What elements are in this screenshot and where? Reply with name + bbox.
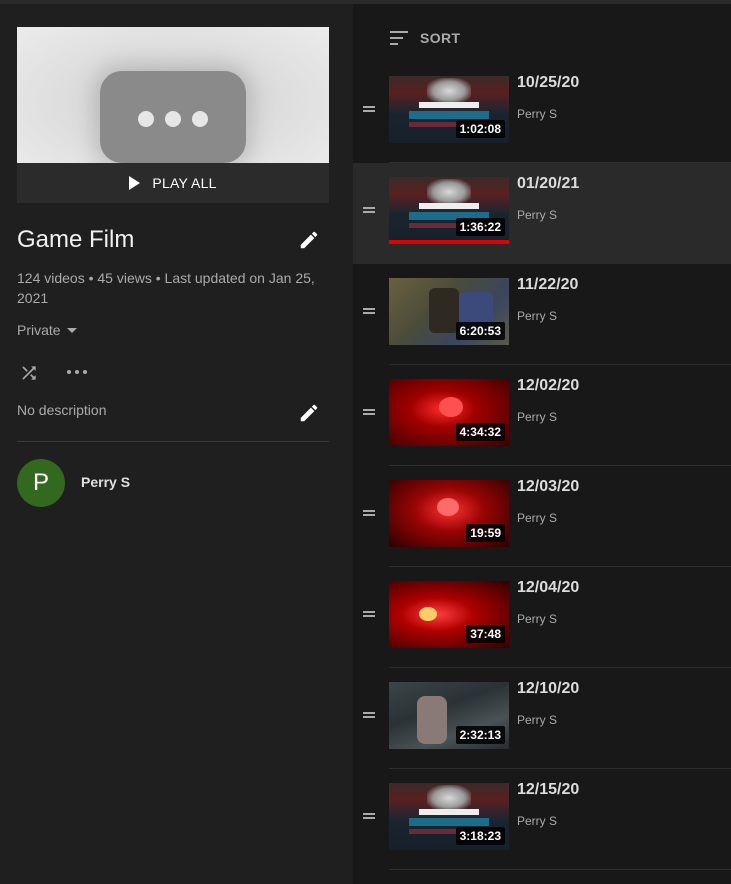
video-duration: 37:48 (466, 625, 505, 643)
play-icon (129, 176, 141, 190)
video-channel[interactable]: Perry S (517, 511, 557, 525)
owner-avatar[interactable]: P (17, 459, 65, 507)
video-thumbnail[interactable]: 3:18:23 (389, 783, 509, 850)
playlist-thumbnail[interactable]: PLAY ALL (17, 27, 329, 203)
video-channel[interactable]: Perry S (517, 713, 557, 727)
divider (17, 441, 329, 442)
drag-handle-icon[interactable] (363, 409, 375, 415)
placeholder-dot (165, 111, 181, 127)
playlist-video-item[interactable]: 1:02:08 10/25/20 Perry S (353, 62, 731, 163)
drag-handle-icon[interactable] (363, 611, 375, 617)
video-thumbnail[interactable]: 4:34:32 (389, 379, 509, 446)
more-options-icon[interactable] (67, 370, 87, 374)
item-divider (389, 869, 731, 870)
privacy-label: Private (17, 322, 61, 338)
playlist-video-item[interactable]: 6:20:53 11/22/20 Perry S (353, 264, 731, 365)
video-duration: 1:36:22 (455, 218, 505, 236)
drag-handle-icon[interactable] (363, 813, 375, 819)
video-title[interactable]: 01/20/21 (517, 175, 579, 193)
caret-down-icon (66, 327, 77, 333)
avatar-initial: P (32, 469, 49, 496)
drag-handle-icon[interactable] (363, 712, 375, 718)
video-title[interactable]: 12/04/20 (517, 579, 579, 597)
video-channel[interactable]: Perry S (517, 410, 557, 424)
drag-handle-icon[interactable] (363, 308, 375, 314)
video-title[interactable]: 12/10/20 (517, 680, 579, 698)
playlist-video-item[interactable]: 19:59 12/03/20 Perry S (353, 466, 731, 567)
placeholder-dot (138, 111, 154, 127)
video-channel[interactable]: Perry S (517, 208, 557, 222)
video-thumbnail[interactable]: 19:59 (389, 480, 509, 547)
drag-handle-icon[interactable] (363, 207, 375, 213)
playlist-title: Game Film (17, 226, 135, 253)
video-duration: 6:20:53 (455, 322, 505, 340)
edit-title-pencil-icon[interactable] (298, 229, 320, 251)
video-thumbnail[interactable]: 2:32:13 (389, 682, 509, 749)
video-duration: 19:59 (466, 524, 505, 542)
playlist-video-list: SORT 1:02:08 10/25/20 Perry S 1:36:22 01… (353, 4, 731, 884)
edit-description-pencil-icon[interactable] (298, 402, 320, 424)
playlist-description: No description (17, 402, 107, 418)
playlist-video-item[interactable]: 2:32:13 12/10/20 Perry S (353, 668, 731, 769)
video-duration: 1:02:08 (455, 120, 505, 138)
video-thumbnail[interactable]: 6:20:53 (389, 278, 509, 345)
drag-handle-icon[interactable] (363, 106, 375, 112)
video-title[interactable]: 12/03/20 (517, 478, 579, 496)
video-channel[interactable]: Perry S (517, 309, 557, 323)
video-thumbnail[interactable]: 1:36:22 (389, 177, 509, 244)
video-title[interactable]: 12/15/20 (517, 781, 579, 799)
video-thumbnail[interactable]: 1:02:08 (389, 76, 509, 143)
playlist-video-item[interactable]: 1:36:22 01/20/21 Perry S (353, 163, 731, 264)
video-duration: 3:18:23 (455, 827, 505, 845)
sort-label: SORT (420, 30, 461, 46)
video-title[interactable]: 11/22/20 (517, 276, 578, 294)
privacy-dropdown[interactable]: Private (17, 322, 77, 338)
playlist-stats: 124 videos • 45 views • Last updated on … (17, 270, 315, 306)
sort-icon (390, 31, 408, 45)
video-channel[interactable]: Perry S (517, 107, 557, 121)
playlist-video-item[interactable]: 4:34:32 12/02/20 Perry S (353, 365, 731, 466)
video-channel[interactable]: Perry S (517, 814, 557, 828)
video-title[interactable]: 10/25/20 (517, 74, 579, 92)
video-thumbnail[interactable]: 37:48 (389, 581, 509, 648)
placeholder-dot (192, 111, 208, 127)
video-title[interactable]: 12/02/20 (517, 377, 579, 395)
playlist-header-panel: PLAY ALL Game Film 124 videos • 45 views… (0, 4, 353, 884)
sort-button[interactable]: SORT (390, 30, 461, 46)
playlist-video-item[interactable]: 37:48 12/04/20 Perry S (353, 567, 731, 668)
owner-name[interactable]: Perry S (81, 474, 130, 490)
playlist-video-item[interactable]: 3:18:23 12/15/20 Perry S (353, 769, 731, 870)
video-duration: 2:32:13 (455, 726, 505, 744)
play-all-button[interactable]: PLAY ALL (17, 163, 329, 203)
play-all-label: PLAY ALL (152, 175, 217, 191)
drag-handle-icon[interactable] (363, 510, 375, 516)
video-duration: 4:34:32 (455, 423, 505, 441)
shuffle-icon[interactable] (19, 363, 39, 383)
video-channel[interactable]: Perry S (517, 612, 557, 626)
watch-progress-bar (389, 240, 509, 244)
